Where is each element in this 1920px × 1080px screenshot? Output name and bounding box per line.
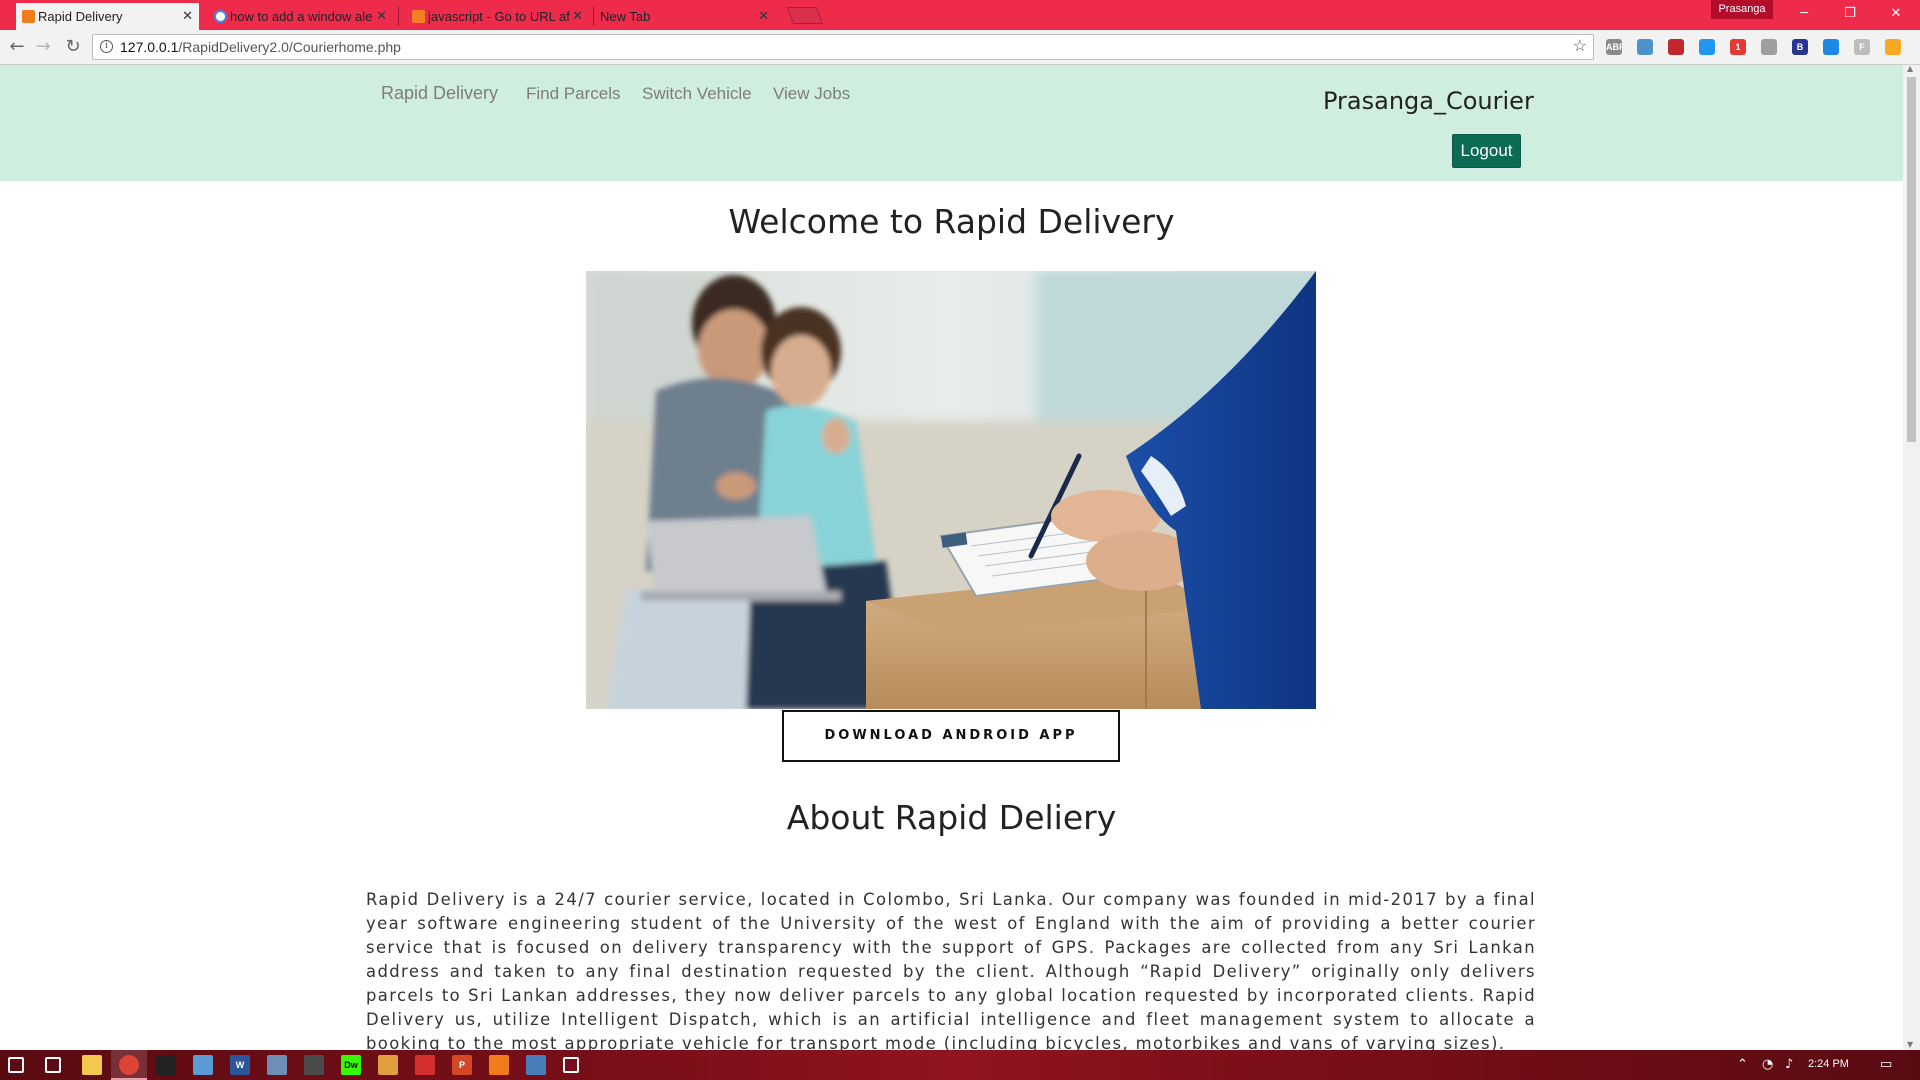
- app-icon-7[interactable]: [267, 1055, 287, 1075]
- new-tab-button[interactable]: [786, 7, 824, 24]
- extension-6-icon[interactable]: [1761, 39, 1777, 55]
- network-icon[interactable]: ◔: [1762, 1057, 1773, 1072]
- close-tab-icon[interactable]: ✕: [376, 8, 387, 24]
- dreamweaver-icon[interactable]: Dw: [341, 1055, 361, 1075]
- cmd-icon[interactable]: [156, 1055, 176, 1075]
- url-path: /RapidDelivery2.0/Courierhome.php: [178, 39, 401, 55]
- tab-title: New Tab: [600, 9, 651, 24]
- download-android-app-button[interactable]: DOWNLOAD ANDROID APP: [782, 710, 1120, 762]
- page-scrollbar[interactable]: ▲ ▼: [1903, 64, 1920, 1050]
- extension-10-icon[interactable]: [1885, 39, 1901, 55]
- browser-titlebar: Rapid Delivery ✕ how to add a window ale…: [0, 0, 1920, 30]
- tab-how-to-add-window[interactable]: how to add a window ale ✕: [208, 3, 393, 30]
- tab-title: javascript - Go to URL af: [428, 9, 570, 24]
- close-window-icon[interactable]: ✕: [1873, 2, 1919, 26]
- about-paragraph: Rapid Delivery is a 24/7 courier service…: [366, 890, 1536, 1050]
- nav-link-view-jobs[interactable]: View Jobs: [773, 84, 850, 104]
- taskbar-clock[interactable]: 2:24 PM: [1808, 1058, 1849, 1070]
- extension-2-icon[interactable]: [1637, 39, 1653, 55]
- tab-title: how to add a window ale: [230, 9, 373, 24]
- action-center-icon[interactable]: ▭: [1880, 1057, 1892, 1072]
- welcome-heading: Welcome to Rapid Delivery: [728, 202, 1175, 241]
- info-icon[interactable]: i: [100, 40, 113, 53]
- extension-9-icon[interactable]: F: [1854, 39, 1870, 55]
- username-label: Prasanga_Courier: [1323, 87, 1534, 115]
- app-icon-14[interactable]: [526, 1055, 546, 1075]
- notepad-icon[interactable]: [193, 1055, 213, 1075]
- close-tab-icon[interactable]: ✕: [758, 8, 769, 24]
- minimize-icon[interactable]: ─: [1781, 2, 1827, 26]
- abp-icon[interactable]: ABP: [1606, 39, 1625, 55]
- tab-rapid-delivery[interactable]: Rapid Delivery ✕: [16, 3, 199, 30]
- acrobat-icon[interactable]: [415, 1055, 435, 1075]
- site-navbar: Rapid Delivery Find Parcels Switch Vehic…: [0, 65, 1903, 181]
- scroll-up-arrow-icon[interactable]: ▲: [1907, 64, 1913, 73]
- scrollbar-thumb[interactable]: [1907, 77, 1916, 442]
- show-hidden-icons-icon[interactable]: ⌃: [1737, 1057, 1748, 1072]
- close-tab-icon[interactable]: ✕: [182, 8, 193, 24]
- extension-8-icon[interactable]: [1823, 39, 1839, 55]
- forward-arrow-icon[interactable]: →: [32, 36, 54, 58]
- back-arrow-icon[interactable]: ←: [6, 36, 28, 58]
- app-icon-10[interactable]: [378, 1055, 398, 1075]
- nav-brand-link[interactable]: Rapid Delivery: [381, 83, 498, 104]
- browser-toolbar: ← → ↻ i 127.0.0.1/RapidDelivery2.0/Couri…: [0, 30, 1920, 65]
- volume-icon[interactable]: ♪: [1785, 1057, 1793, 1072]
- page-viewport: Rapid Delivery Find Parcels Switch Vehic…: [0, 65, 1903, 1050]
- photos-icon[interactable]: [563, 1057, 579, 1073]
- app-icon-8[interactable]: [304, 1055, 324, 1075]
- logout-button[interactable]: Logout: [1452, 134, 1521, 168]
- address-bar[interactable]: i 127.0.0.1/RapidDelivery2.0/Courierhome…: [92, 34, 1594, 60]
- profile-button[interactable]: Prasanga: [1711, 0, 1773, 19]
- scroll-down-arrow-icon[interactable]: ▼: [1907, 1040, 1913, 1049]
- tab-new-tab[interactable]: New Tab ✕: [590, 3, 775, 30]
- nav-link-find-parcels[interactable]: Find Parcels: [526, 84, 620, 104]
- extension-5-icon[interactable]: 1: [1730, 39, 1746, 55]
- about-heading: About Rapid Deliery: [786, 798, 1117, 837]
- xampp-favicon-icon: [22, 10, 35, 23]
- word-icon[interactable]: W: [230, 1055, 250, 1075]
- stackoverflow-favicon-icon: [412, 10, 425, 23]
- tab-javascript-go-to-url[interactable]: javascript - Go to URL af ✕: [406, 3, 589, 30]
- extension-4-icon[interactable]: [1699, 39, 1715, 55]
- start-button[interactable]: [8, 1057, 24, 1073]
- restore-icon[interactable]: ❐: [1827, 2, 1873, 26]
- chrome-taskbar-icon[interactable]: [119, 1055, 139, 1075]
- file-explorer-icon[interactable]: [82, 1055, 102, 1075]
- extension-7-icon[interactable]: B: [1792, 39, 1808, 55]
- bookmark-star-icon[interactable]: ☆: [1573, 35, 1587, 59]
- powerpoint-icon[interactable]: P: [452, 1055, 472, 1075]
- google-favicon-icon: [214, 10, 227, 23]
- reload-icon[interactable]: ↻: [62, 36, 84, 58]
- xampp-icon[interactable]: [489, 1055, 509, 1075]
- windows-taskbar: W Dw P ⌃ ◔ ♪ 2:24 PM ▭: [0, 1050, 1920, 1080]
- extension-3-icon[interactable]: [1668, 39, 1684, 55]
- tab-separator: [398, 6, 399, 26]
- close-tab-icon[interactable]: ✕: [572, 8, 583, 24]
- tab-title: Rapid Delivery: [38, 9, 123, 24]
- hero-image: [586, 271, 1316, 709]
- url-host: 127.0.0.1: [120, 39, 179, 55]
- nav-link-switch-vehicle[interactable]: Switch Vehicle: [642, 84, 752, 104]
- task-view-icon[interactable]: [45, 1057, 61, 1073]
